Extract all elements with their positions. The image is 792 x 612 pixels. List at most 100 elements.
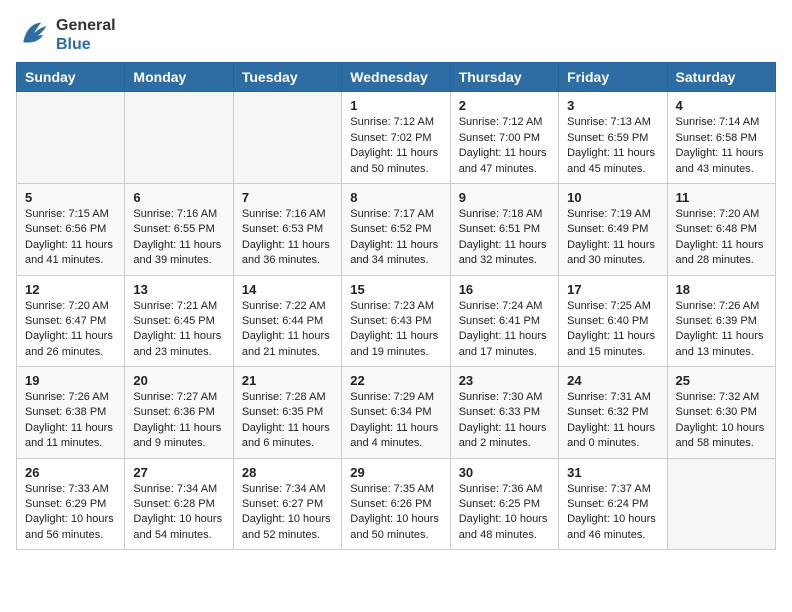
day-number: 3: [567, 98, 658, 113]
day-number: 12: [25, 282, 116, 297]
day-info: Sunrise: 7:12 AM Sunset: 7:02 PM Dayligh…: [350, 115, 441, 177]
day-number: 5: [25, 190, 116, 205]
day-number: 29: [350, 465, 441, 480]
day-number: 16: [459, 282, 550, 297]
day-number: 15: [350, 282, 441, 297]
day-info: Sunrise: 7:17 AM Sunset: 6:52 PM Dayligh…: [350, 207, 441, 269]
logo: GeneralBlue: [16, 16, 116, 54]
weekday-header-thursday: Thursday: [450, 63, 558, 92]
calendar-day-cell: 16 Sunrise: 7:24 AM Sunset: 6:41 PM Dayli…: [450, 275, 558, 367]
day-number: 23: [459, 373, 550, 388]
day-info: Sunrise: 7:20 AM Sunset: 6:48 PM Dayligh…: [676, 207, 767, 269]
calendar-day-cell: 22Sunrise: 7:29 AM Sunset: 6:34 PM Dayli…: [342, 367, 450, 459]
day-info: Sunrise: 7:31 AM Sunset: 6:32 PM Dayligh…: [567, 390, 658, 452]
logo-text: GeneralBlue: [56, 16, 116, 54]
calendar-day-cell: 31 Sunrise: 7:37 AM Sunset: 6:24 PM Dayli…: [559, 458, 667, 550]
day-number: 24: [567, 373, 658, 388]
day-info: Sunrise: 7:34 AM Sunset: 6:28 PM Dayligh…: [133, 482, 224, 544]
calendar-week-row: 5 Sunrise: 7:15 AM Sunset: 6:56 PM Daylig…: [17, 183, 776, 275]
calendar-day-cell: 25 Sunrise: 7:32 AM Sunset: 6:30 PM Dayli…: [667, 367, 775, 459]
calendar-day-cell: 24 Sunrise: 7:31 AM Sunset: 6:32 PM Dayli…: [559, 367, 667, 459]
calendar-day-cell: 15 Sunrise: 7:23 AM Sunset: 6:43 PM Dayli…: [342, 275, 450, 367]
calendar-day-cell: 13 Sunrise: 7:21 AM Sunset: 6:45 PM Dayli…: [125, 275, 233, 367]
day-number: 8: [350, 190, 441, 205]
day-info: Sunrise: 7:37 AM Sunset: 6:24 PM Dayligh…: [567, 482, 658, 544]
day-info: Sunrise: 7:21 AM Sunset: 6:45 PM Dayligh…: [133, 299, 224, 361]
day-number: 4: [676, 98, 767, 113]
day-info: Sunrise: 7:12 AM Sunset: 7:00 PM Dayligh…: [459, 115, 550, 177]
calendar-day-cell: 7Sunrise: 7:16 AM Sunset: 6:53 PM Daylig…: [233, 183, 341, 275]
weekday-header-friday: Friday: [559, 63, 667, 92]
calendar-table: SundayMondayTuesdayWednesdayThursdayFrid…: [16, 62, 776, 550]
calendar-week-row: 12 Sunrise: 7:20 AM Sunset: 6:47 PM Dayli…: [17, 275, 776, 367]
calendar-week-row: 1 Sunrise: 7:12 AM Sunset: 7:02 PM Daylig…: [17, 92, 776, 184]
calendar-day-cell: [125, 92, 233, 184]
day-info: Sunrise: 7:14 AM Sunset: 6:58 PM Dayligh…: [676, 115, 767, 177]
day-number: 13: [133, 282, 224, 297]
calendar-day-cell: 26 Sunrise: 7:33 AM Sunset: 6:29 PM Dayli…: [17, 458, 125, 550]
day-info: Sunrise: 7:25 AM Sunset: 6:40 PM Dayligh…: [567, 299, 658, 361]
day-info: Sunrise: 7:26 AM Sunset: 6:38 PM Dayligh…: [25, 390, 116, 452]
calendar-day-cell: 12 Sunrise: 7:20 AM Sunset: 6:47 PM Dayli…: [17, 275, 125, 367]
day-info: Sunrise: 7:18 AM Sunset: 6:51 PM Dayligh…: [459, 207, 550, 269]
day-info: Sunrise: 7:15 AM Sunset: 6:56 PM Dayligh…: [25, 207, 116, 269]
calendar-day-cell: 1 Sunrise: 7:12 AM Sunset: 7:02 PM Daylig…: [342, 92, 450, 184]
day-number: 17: [567, 282, 658, 297]
calendar-day-cell: 14 Sunrise: 7:22 AM Sunset: 6:44 PM Dayli…: [233, 275, 341, 367]
day-info: Sunrise: 7:33 AM Sunset: 6:29 PM Dayligh…: [25, 482, 116, 544]
day-info: Sunrise: 7:20 AM Sunset: 6:47 PM Dayligh…: [25, 299, 116, 361]
day-info: Sunrise: 7:24 AM Sunset: 6:41 PM Dayligh…: [459, 299, 550, 361]
day-number: 6: [133, 190, 224, 205]
logo-icon: [16, 17, 52, 53]
day-info: Sunrise: 7:27 AM Sunset: 6:36 PM Dayligh…: [133, 390, 224, 452]
day-number: 26: [25, 465, 116, 480]
calendar-day-cell: [17, 92, 125, 184]
day-info: Sunrise: 7:16 AM Sunset: 6:55 PM Dayligh…: [133, 207, 224, 269]
calendar-day-cell: 3 Sunrise: 7:13 AM Sunset: 6:59 PM Daylig…: [559, 92, 667, 184]
day-info: Sunrise: 7:19 AM Sunset: 6:49 PM Dayligh…: [567, 207, 658, 269]
page-header: GeneralBlue: [16, 16, 776, 54]
calendar-day-cell: 10 Sunrise: 7:19 AM Sunset: 6:49 PM Dayli…: [559, 183, 667, 275]
day-info: Sunrise: 7:32 AM Sunset: 6:30 PM Dayligh…: [676, 390, 767, 452]
day-number: 31: [567, 465, 658, 480]
calendar-day-cell: 9 Sunrise: 7:18 AM Sunset: 6:51 PM Daylig…: [450, 183, 558, 275]
day-number: 22: [350, 373, 441, 388]
day-info: Sunrise: 7:16 AM Sunset: 6:53 PM Dayligh…: [242, 207, 333, 269]
day-number: 30: [459, 465, 550, 480]
calendar-day-cell: 19 Sunrise: 7:26 AM Sunset: 6:38 PM Dayli…: [17, 367, 125, 459]
day-info: Sunrise: 7:26 AM Sunset: 6:39 PM Dayligh…: [676, 299, 767, 361]
calendar-day-cell: 2Sunrise: 7:12 AM Sunset: 7:00 PM Daylig…: [450, 92, 558, 184]
day-number: 1: [350, 98, 441, 113]
weekday-header-saturday: Saturday: [667, 63, 775, 92]
day-info: Sunrise: 7:13 AM Sunset: 6:59 PM Dayligh…: [567, 115, 658, 177]
day-info: Sunrise: 7:34 AM Sunset: 6:27 PM Dayligh…: [242, 482, 333, 544]
weekday-header-wednesday: Wednesday: [342, 63, 450, 92]
day-info: Sunrise: 7:35 AM Sunset: 6:26 PM Dayligh…: [350, 482, 441, 544]
day-number: 14: [242, 282, 333, 297]
day-number: 25: [676, 373, 767, 388]
calendar-week-row: 26 Sunrise: 7:33 AM Sunset: 6:29 PM Dayli…: [17, 458, 776, 550]
day-number: 9: [459, 190, 550, 205]
day-info: Sunrise: 7:28 AM Sunset: 6:35 PM Dayligh…: [242, 390, 333, 452]
calendar-day-cell: 20Sunrise: 7:27 AM Sunset: 6:36 PM Dayli…: [125, 367, 233, 459]
weekday-header-monday: Monday: [125, 63, 233, 92]
calendar-day-cell: 27Sunrise: 7:34 AM Sunset: 6:28 PM Dayli…: [125, 458, 233, 550]
day-info: Sunrise: 7:36 AM Sunset: 6:25 PM Dayligh…: [459, 482, 550, 544]
calendar-day-cell: [667, 458, 775, 550]
day-number: 21: [242, 373, 333, 388]
calendar-day-cell: 17 Sunrise: 7:25 AM Sunset: 6:40 PM Dayli…: [559, 275, 667, 367]
calendar-week-row: 19 Sunrise: 7:26 AM Sunset: 6:38 PM Dayli…: [17, 367, 776, 459]
calendar-day-cell: 5 Sunrise: 7:15 AM Sunset: 6:56 PM Daylig…: [17, 183, 125, 275]
day-info: Sunrise: 7:22 AM Sunset: 6:44 PM Dayligh…: [242, 299, 333, 361]
calendar-day-cell: 8 Sunrise: 7:17 AM Sunset: 6:52 PM Daylig…: [342, 183, 450, 275]
calendar-day-cell: 29 Sunrise: 7:35 AM Sunset: 6:26 PM Dayli…: [342, 458, 450, 550]
calendar-day-cell: 18Sunrise: 7:26 AM Sunset: 6:39 PM Dayli…: [667, 275, 775, 367]
day-number: 19: [25, 373, 116, 388]
calendar-day-cell: 23 Sunrise: 7:30 AM Sunset: 6:33 PM Dayli…: [450, 367, 558, 459]
day-info: Sunrise: 7:23 AM Sunset: 6:43 PM Dayligh…: [350, 299, 441, 361]
weekday-header-tuesday: Tuesday: [233, 63, 341, 92]
day-number: 28: [242, 465, 333, 480]
day-number: 10: [567, 190, 658, 205]
day-info: Sunrise: 7:30 AM Sunset: 6:33 PM Dayligh…: [459, 390, 550, 452]
calendar-day-cell: 11Sunrise: 7:20 AM Sunset: 6:48 PM Dayli…: [667, 183, 775, 275]
